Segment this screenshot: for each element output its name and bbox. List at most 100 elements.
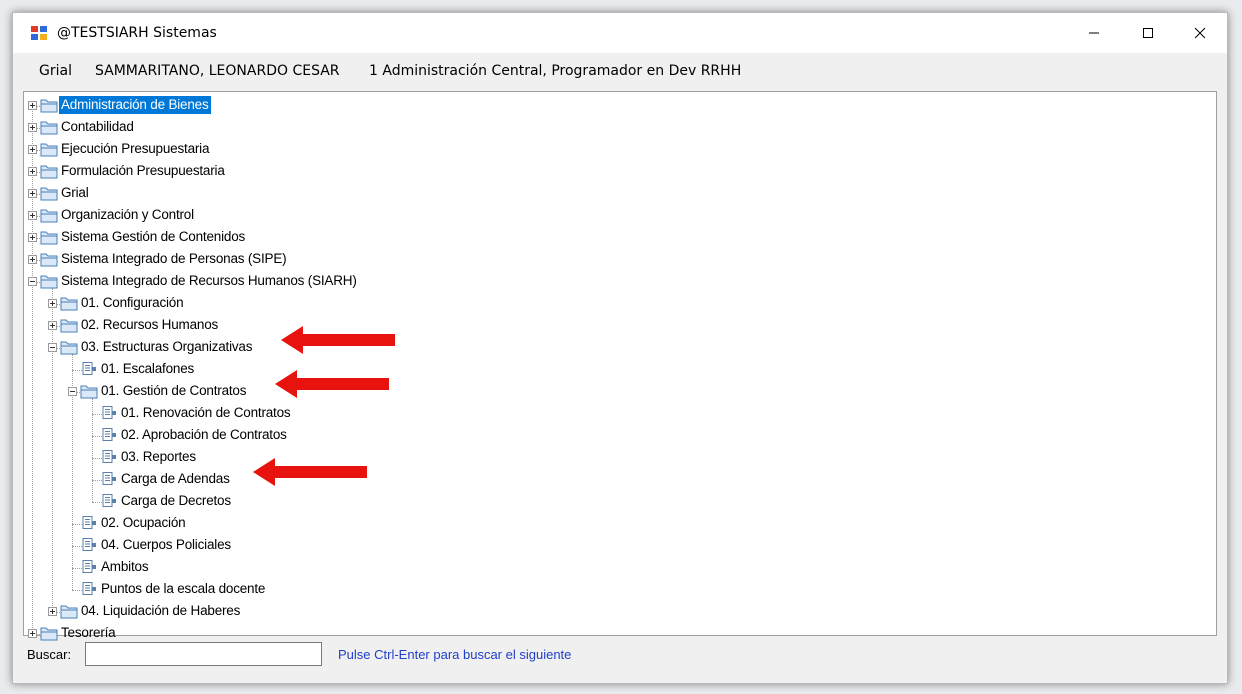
expand-icon[interactable] <box>28 145 37 154</box>
form-icon <box>100 449 118 465</box>
expand-icon[interactable] <box>48 299 57 308</box>
tree-node-label[interactable]: Sistema Integrado de Personas (SIPE) <box>59 250 288 268</box>
folder-icon <box>40 251 58 267</box>
search-label: Buscar: <box>27 647 72 662</box>
minimize-icon <box>1089 32 1099 34</box>
folder-icon <box>40 625 58 641</box>
tree-node-label[interactable]: Formulación Presupuestaria <box>59 162 227 180</box>
expand-icon[interactable] <box>48 607 57 616</box>
title-bar[interactable]: @TESTSIARH Sistemas <box>13 13 1227 53</box>
tree-folder-node[interactable]: 01. Configuración <box>24 294 1216 316</box>
folder-icon <box>40 207 58 223</box>
expand-icon[interactable] <box>48 321 57 330</box>
tree-node-label[interactable]: Administración de Bienes <box>59 96 211 114</box>
annotation-arrow <box>275 370 389 398</box>
tree-node-label[interactable]: Organización y Control <box>59 206 196 224</box>
tree-node-label[interactable]: Carga de Decretos <box>119 492 233 510</box>
tree-folder-node[interactable]: 02. Recursos Humanos <box>24 316 1216 338</box>
tree-node-label[interactable]: Puntos de la escala docente <box>99 580 267 598</box>
expand-icon[interactable] <box>28 101 37 110</box>
tree-node-label[interactable]: 01. Escalafones <box>99 360 196 378</box>
folder-icon <box>40 141 58 157</box>
form-icon <box>80 581 98 597</box>
folder-icon <box>40 229 58 245</box>
tree-node-label[interactable]: 03. Estructuras Organizativas <box>79 338 254 356</box>
tree-form-node[interactable]: 02. Ocupación <box>24 514 1216 536</box>
folder-icon <box>40 185 58 201</box>
tree-folder-node[interactable]: Sistema Integrado de Recursos Humanos (S… <box>24 272 1216 294</box>
tree-node-label[interactable]: 01. Gestión de Contratos <box>99 382 248 400</box>
tree-folder-node[interactable]: 03. Estructuras Organizativas <box>24 338 1216 360</box>
tree-node-label[interactable]: 01. Renovación de Contratos <box>119 404 292 422</box>
collapse-icon[interactable] <box>48 343 57 352</box>
search-input[interactable] <box>85 642 322 666</box>
tree-form-node[interactable]: Ambitos <box>24 558 1216 580</box>
expand-icon[interactable] <box>28 233 37 242</box>
tree-node-label[interactable]: Ejecución Presupuestaria <box>59 140 211 158</box>
form-icon <box>100 471 118 487</box>
expand-icon[interactable] <box>28 123 37 132</box>
tree-node-label[interactable]: Carga de Adendas <box>119 470 232 488</box>
tree-folder-node[interactable]: Grial <box>24 184 1216 206</box>
folder-icon <box>60 317 78 333</box>
form-icon <box>80 559 98 575</box>
tree-form-node[interactable]: Carga de Adendas <box>24 470 1216 492</box>
tree-folder-node[interactable]: Ejecución Presupuestaria <box>24 140 1216 162</box>
tree-node-label[interactable]: 03. Reportes <box>119 448 198 466</box>
window-title: @TESTSIARH Sistemas <box>57 25 217 41</box>
annotation-arrow <box>281 326 395 354</box>
tree-form-node[interactable]: 04. Cuerpos Policiales <box>24 536 1216 558</box>
collapse-icon[interactable] <box>68 387 77 396</box>
tree-node-label[interactable]: 02. Recursos Humanos <box>79 316 220 334</box>
tree-folder-node[interactable]: Sistema Gestión de Contenidos <box>24 228 1216 250</box>
folder-icon <box>40 97 58 113</box>
user-name: SAMMARITANO, LEONARDO CESAR <box>95 63 340 79</box>
tree-node-label[interactable]: 02. Aprobación de Contratos <box>119 426 289 444</box>
expand-icon[interactable] <box>28 629 37 638</box>
tree-node-label[interactable]: 04. Liquidación de Haberes <box>79 602 242 620</box>
tree-form-node[interactable]: 01. Escalafones <box>24 360 1216 382</box>
collapse-icon[interactable] <box>28 277 37 286</box>
expand-icon[interactable] <box>28 167 37 176</box>
form-icon <box>100 427 118 443</box>
form-icon <box>80 361 98 377</box>
expand-icon[interactable] <box>28 189 37 198</box>
expand-icon[interactable] <box>28 211 37 220</box>
tree-folder-node[interactable]: Organización y Control <box>24 206 1216 228</box>
folder-icon <box>60 295 78 311</box>
folder-icon <box>40 273 58 289</box>
folder-icon <box>60 339 78 355</box>
tree-form-node[interactable]: 01. Renovación de Contratos <box>24 404 1216 426</box>
tree-form-node[interactable]: 02. Aprobación de Contratos <box>24 426 1216 448</box>
tree-folder-node[interactable]: 04. Liquidación de Haberes <box>24 602 1216 624</box>
tree-node-label[interactable]: Contabilidad <box>59 118 136 136</box>
form-icon <box>100 493 118 509</box>
tree-folder-node[interactable]: Sistema Integrado de Personas (SIPE) <box>24 250 1216 272</box>
tree-node-label[interactable]: 02. Ocupación <box>99 514 187 532</box>
maximize-button[interactable] <box>1125 13 1171 53</box>
tree-node-label[interactable]: Sistema Integrado de Recursos Humanos (S… <box>59 272 359 290</box>
tree-folder-node[interactable]: 01. Gestión de Contratos <box>24 382 1216 404</box>
tree-node-label[interactable]: 01. Configuración <box>79 294 185 312</box>
tree-folder-node[interactable]: Administración de Bienes <box>24 96 1216 118</box>
form-icon <box>80 537 98 553</box>
tree-node-label[interactable]: Tesorería <box>59 624 117 642</box>
expand-icon[interactable] <box>28 255 37 264</box>
tree-folder-node[interactable]: Formulación Presupuestaria <box>24 162 1216 184</box>
tree-node-label[interactable]: Grial <box>59 184 91 202</box>
app-menu-item[interactable]: Grial <box>39 63 72 79</box>
tree-node-label[interactable]: 04. Cuerpos Policiales <box>99 536 233 554</box>
close-icon <box>1194 27 1206 39</box>
minimize-button[interactable] <box>1071 13 1117 53</box>
tree-form-node[interactable]: Puntos de la escala docente <box>24 580 1216 602</box>
close-button[interactable] <box>1177 13 1223 53</box>
tree-node-label[interactable]: Ambitos <box>99 558 150 576</box>
tree-folder-node[interactable]: Contabilidad <box>24 118 1216 140</box>
tree-form-node[interactable]: Carga de Decretos <box>24 492 1216 514</box>
user-context: 1 Administración Central, Programador en… <box>369 63 742 79</box>
folder-icon <box>40 119 58 135</box>
tree-form-node[interactable]: 03. Reportes <box>24 448 1216 470</box>
main-window: @TESTSIARH Sistemas Grial SAMMARITANO, L… <box>12 12 1228 684</box>
tree-node-label[interactable]: Sistema Gestión de Contenidos <box>59 228 247 246</box>
menu-tree[interactable]: Administración de Bienes Contabilidad Ejec… <box>23 91 1217 641</box>
